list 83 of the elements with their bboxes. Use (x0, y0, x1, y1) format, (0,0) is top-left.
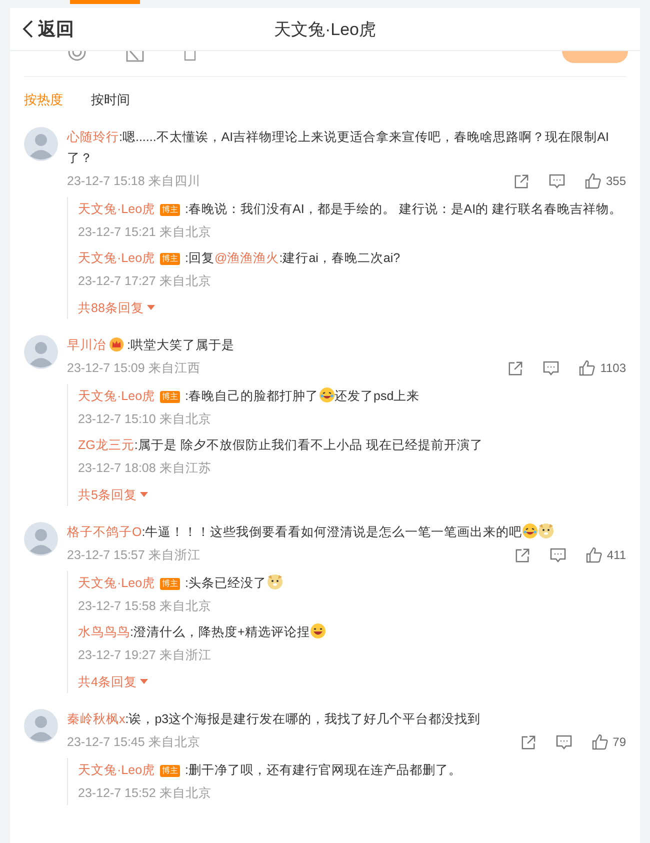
share-icon (514, 548, 530, 562)
comment-icon (550, 548, 566, 562)
mention-link[interactable]: @渔渔渔火 (214, 251, 280, 265)
share-button[interactable] (508, 360, 524, 376)
laughing-tears-emoji-icon (318, 387, 335, 403)
thumbs-up-icon (586, 547, 602, 563)
share-button[interactable] (514, 548, 530, 562)
image-icon[interactable] (126, 51, 144, 63)
comment-text: 秦岭秋枫x:诶，p3这个海报是建行发在哪的，我找了好几个平台都没找到 (67, 711, 481, 728)
user-name[interactable]: 天文兔·Leo虎 (78, 763, 156, 777)
more-replies-link[interactable]: 共88条回复 (78, 297, 155, 319)
back-button[interactable]: 返回 (22, 17, 74, 41)
comment-text: 天文兔·Leo虎 博主 :头条已经没了 (78, 573, 283, 594)
share-icon (520, 734, 536, 750)
comment-text: 天文兔·Leo虎 博主 :春晚说：我们没有AI，都是手绘的。 建行说：是AI的 建行联名春晚吉祥物。 (78, 201, 622, 218)
reply-button[interactable] (548, 174, 565, 188)
laughing-tears-emoji-icon (522, 523, 538, 539)
author-badge: 博主 (160, 765, 180, 777)
caret-down-icon (140, 679, 148, 685)
emoji-icon[interactable] (68, 51, 86, 63)
reply-meta: 23-12-7 19:27 来自浙江 (78, 646, 212, 664)
reply-meta: 23-12-7 18:08 来自江苏 (78, 460, 212, 476)
chevron-left-icon (22, 19, 34, 39)
comment-text: 心随玲行:嗯......不太懂诶，AI吉祥物理论上来说更适合拿来宣传吧，春晚啥思路啊？现在限制AI了？ (67, 129, 610, 167)
user-name[interactable]: 心随玲行 (67, 130, 119, 144)
like-button[interactable]: 355 (584, 173, 626, 189)
more-replies-link[interactable]: 共5条回复 (78, 484, 148, 506)
user-name[interactable]: 天文兔·Leo虎 (78, 389, 156, 403)
share-button[interactable] (520, 734, 536, 750)
grinning-emoji-icon (310, 623, 326, 639)
dog-face-emoji-icon (266, 574, 283, 590)
thumbs-up-icon (592, 734, 608, 750)
comment-text: 天文兔·Leo虎 博主 :回复@渔渔渔火:建行ai，春晚二次ai? (78, 250, 400, 267)
checkbox[interactable] (184, 51, 196, 61)
comment-text: 早川冶 :哄堂大笑了属于是 (67, 336, 234, 354)
comment-meta: 23-12-7 15:18 来自四川 (67, 172, 200, 190)
reply-meta: 23-12-7 15:21 来自北京 (78, 224, 212, 240)
share-icon (514, 174, 529, 188)
author-badge: 博主 (160, 578, 180, 590)
reply-button[interactable] (543, 360, 560, 376)
comment-icon (556, 734, 572, 750)
caret-down-icon (146, 305, 155, 311)
reply-meta: 23-12-7 15:52 来自北京 (78, 784, 212, 802)
like-button[interactable]: 1103 (579, 360, 626, 376)
author-badge: 博主 (160, 253, 180, 265)
user-name[interactable]: 秦岭秋枫x (67, 712, 126, 726)
comment-text: 天文兔·Leo虎 博主 :删干净了呗，还有建行官网现在连产品都删了。 (78, 762, 462, 779)
share-icon (508, 360, 524, 376)
user-name[interactable]: 水鸟鸟鸟 (78, 625, 130, 639)
user-name[interactable]: 天文兔·Leo虎 (78, 251, 156, 265)
user-name[interactable]: 天文兔·Leo虎 (78, 202, 156, 216)
author-badge: 博主 (160, 204, 180, 216)
dog-face-emoji-icon (538, 523, 554, 539)
comment-icon (548, 174, 565, 188)
reply-meta: 23-12-7 17:27 来自北京 (78, 272, 212, 290)
sort-tab[interactable]: 按时间 (91, 91, 130, 109)
user-name[interactable]: ZG龙三元 (78, 438, 134, 452)
thumbs-up-icon (584, 173, 601, 189)
like-button[interactable]: 79 (592, 734, 626, 750)
crown-badge-icon (109, 337, 124, 352)
reply-meta: 23-12-7 15:10 来自北京 (78, 410, 212, 428)
user-name[interactable]: 格子不鸽子O (67, 525, 142, 539)
comment-meta: 23-12-7 15:09 来自江西 (67, 360, 200, 376)
comment-text: ZG龙三元:属于是 除夕不放假防止我们看不上小品 现在已经提前开演了 (78, 437, 483, 454)
reply-button[interactable] (550, 548, 566, 562)
caret-down-icon (140, 492, 148, 498)
comment-text: 天文兔·Leo虎 博主 :春晚自己的脸都打肿了 还发了psd上来 (78, 386, 420, 405)
sort-tab[interactable]: 按热度 (24, 91, 63, 109)
author-badge: 博主 (160, 391, 180, 403)
comment-meta: 23-12-7 15:45 来自北京 (67, 734, 200, 750)
like-button[interactable]: 411 (586, 547, 626, 563)
user-name[interactable]: 早川冶 (67, 338, 106, 352)
comment-meta: 23-12-7 15:57 来自浙江 (67, 546, 200, 564)
more-replies-link[interactable]: 共4条回复 (78, 671, 148, 693)
comment-icon (543, 360, 560, 376)
thumbs-up-icon (579, 360, 596, 376)
comment-text: 格子不鸽子O:牛逼！！！这些我倒要看看如何澄清说是怎么一笔一笔画出来的吧 (67, 522, 554, 543)
user-name[interactable]: 天文兔·Leo虎 (78, 576, 156, 590)
reply-button[interactable] (556, 734, 572, 750)
share-button[interactable] (514, 174, 529, 188)
comment-text: 水鸟鸟鸟:澄清什么，降热度+精选评论捏 (78, 622, 326, 643)
reply-meta: 23-12-7 15:58 来自北京 (78, 598, 212, 614)
page-title: 天文兔·Leo虎 (274, 18, 376, 40)
